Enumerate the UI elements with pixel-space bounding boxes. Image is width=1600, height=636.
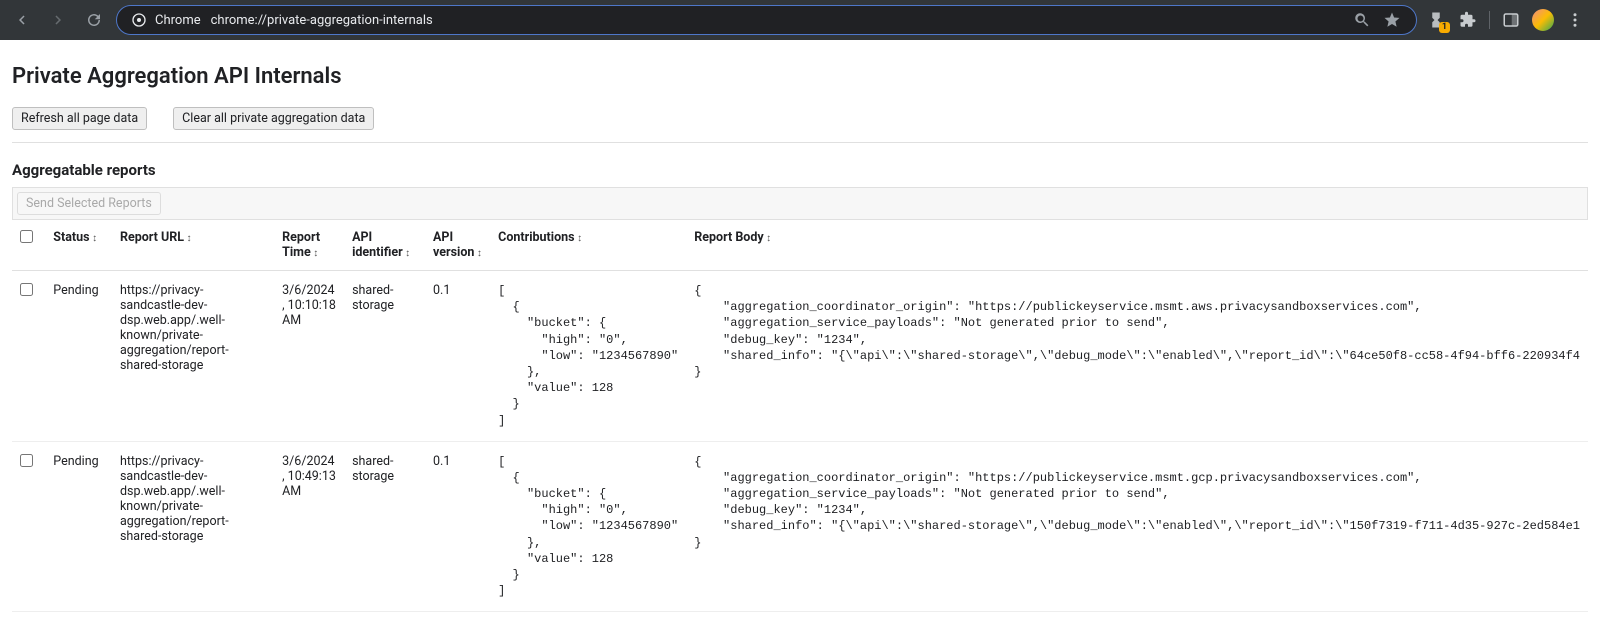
- table-row: Pendinghttps://privacy-sandcastle-dev-ds…: [12, 271, 1588, 442]
- header-status[interactable]: Status: [45, 220, 112, 271]
- bookmark-icon[interactable]: [1382, 10, 1402, 30]
- chrome-icon: [131, 12, 147, 28]
- clear-button[interactable]: Clear all private aggregation data: [173, 107, 374, 130]
- forward-button[interactable]: [44, 6, 72, 34]
- url-text: chrome://private-aggregation-internals: [211, 13, 433, 28]
- arrow-left-icon: [13, 11, 31, 29]
- cell-url: https://privacy-sandcastle-dev-dsp.web.a…: [112, 441, 274, 612]
- send-selected-button[interactable]: Send Selected Reports: [17, 192, 161, 215]
- cell-contrib: [ { "bucket": { "high": "0", "low": "123…: [490, 271, 686, 442]
- contrib-json: [ { "bucket": { "high": "0", "low": "123…: [498, 454, 678, 600]
- cell-contrib: [ { "bucket": { "high": "0", "low": "123…: [490, 441, 686, 612]
- header-contrib[interactable]: Contributions: [490, 220, 686, 271]
- body-json: { "aggregation_coordinator_origin": "htt…: [694, 283, 1580, 380]
- cell-status: Pending: [45, 271, 112, 442]
- site-chip: Chrome: [131, 12, 201, 28]
- reload-button[interactable]: [80, 6, 108, 34]
- section-title: Aggregatable reports: [12, 161, 1588, 179]
- cell-version: 0.1: [425, 271, 490, 442]
- toolbar-separator: [1489, 11, 1490, 29]
- cell-status: Pending: [45, 441, 112, 612]
- zoom-icon[interactable]: [1352, 10, 1372, 30]
- badge: 1: [1439, 22, 1450, 33]
- page-title: Private Aggregation API Internals: [12, 64, 1588, 89]
- row-checkbox[interactable]: [20, 454, 33, 467]
- header-url[interactable]: Report URL: [112, 220, 274, 271]
- menu-icon[interactable]: [1564, 9, 1586, 31]
- header-version[interactable]: API version: [425, 220, 490, 271]
- table-header-row: Status Report URL Report Time API identi…: [12, 220, 1588, 271]
- sidepanel-icon[interactable]: [1500, 9, 1522, 31]
- site-label: Chrome: [155, 13, 201, 28]
- cell-body: { "aggregation_coordinator_origin": "htt…: [686, 441, 1588, 612]
- back-button[interactable]: [8, 6, 36, 34]
- omnibox[interactable]: Chrome chrome://private-aggregation-inte…: [116, 5, 1417, 35]
- cell-body: { "aggregation_coordinator_origin": "htt…: [686, 271, 1588, 442]
- header-body[interactable]: Report Body: [686, 220, 1588, 271]
- table-row: Pendinghttps://privacy-sandcastle-dev-ds…: [12, 441, 1588, 612]
- extensions-warning-icon[interactable]: 1: [1425, 9, 1447, 31]
- cell-time: 3/6/2024, 10:10:18 AM: [274, 271, 344, 442]
- cell-version: 0.1: [425, 441, 490, 612]
- row-select[interactable]: [12, 271, 45, 442]
- refresh-button[interactable]: Refresh all page data: [12, 107, 147, 130]
- cell-api: shared-storage: [344, 271, 425, 442]
- row-select[interactable]: [12, 441, 45, 612]
- header-time[interactable]: Report Time: [274, 220, 344, 271]
- send-row: Send Selected Reports: [12, 187, 1588, 220]
- toolbar-right: 1: [1425, 9, 1592, 31]
- cell-api: shared-storage: [344, 441, 425, 612]
- extensions-icon[interactable]: [1457, 9, 1479, 31]
- reports-table: Status Report URL Report Time API identi…: [12, 220, 1588, 612]
- arrow-right-icon: [49, 11, 67, 29]
- body-json: { "aggregation_coordinator_origin": "htt…: [694, 454, 1580, 551]
- cell-url: https://privacy-sandcastle-dev-dsp.web.a…: [112, 271, 274, 442]
- page-content: Private Aggregation API Internals Refres…: [0, 40, 1600, 636]
- action-buttons: Refresh all page data Clear all private …: [12, 107, 1588, 130]
- contrib-json: [ { "bucket": { "high": "0", "low": "123…: [498, 283, 678, 429]
- header-select-all[interactable]: [12, 220, 45, 271]
- profile-avatar[interactable]: [1532, 9, 1554, 31]
- row-checkbox[interactable]: [20, 283, 33, 296]
- avatar-icon: [1532, 9, 1554, 31]
- cell-time: 3/6/2024, 10:49:13 AM: [274, 441, 344, 612]
- select-all-checkbox[interactable]: [20, 230, 33, 243]
- header-api[interactable]: API identifier: [344, 220, 425, 271]
- reload-icon: [85, 11, 103, 29]
- separator: [12, 142, 1588, 143]
- browser-toolbar: Chrome chrome://private-aggregation-inte…: [0, 0, 1600, 40]
